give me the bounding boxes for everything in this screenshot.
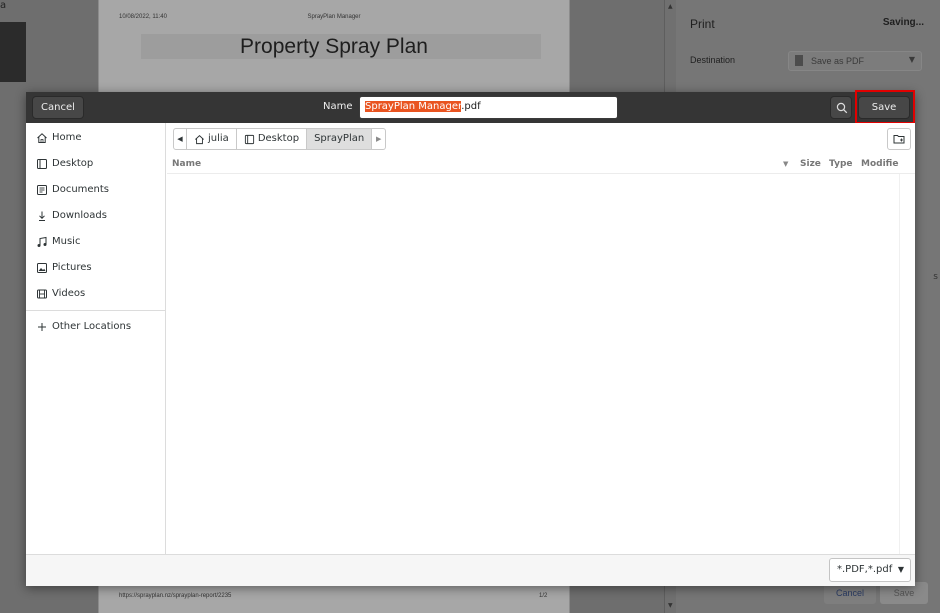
file-type-filter[interactable]: *.PDF,*.pdf ▼ (829, 558, 911, 582)
print-heading: Print (690, 17, 715, 31)
home-icon (195, 134, 204, 144)
destination-select[interactable]: Save as PDF ▼ (788, 51, 922, 71)
column-name[interactable]: Name (172, 159, 201, 169)
create-folder-button[interactable] (887, 128, 911, 150)
filename-extension: .pdf (461, 101, 481, 112)
desktop-icon (244, 134, 254, 144)
filter-value: *.PDF,*.pdf (837, 564, 893, 575)
search-icon (836, 102, 848, 114)
sidebar-item-other-locations[interactable]: Other Locations (26, 314, 165, 340)
preview-app-name: SprayPlan Manager (307, 14, 361, 20)
left-edge-text: a (0, 0, 7, 11)
sidebar-item-label: Pictures (52, 262, 92, 273)
left-edge-panel (0, 22, 26, 82)
sidebar-item-documents[interactable]: Documents (26, 177, 165, 203)
path-segment-home[interactable]: julia (187, 128, 237, 150)
sidebar-item-label: Music (52, 236, 81, 247)
sidebar-item-home[interactable]: Home (26, 125, 165, 151)
file-list-scrollbar[interactable] (899, 174, 915, 554)
music-icon (37, 236, 47, 247)
filename-input[interactable]: SprayPlan Manager.pdf (359, 96, 618, 119)
print-status: Saving... (882, 17, 924, 28)
path-forward-arrow[interactable]: ▶ (372, 128, 387, 150)
path-back-arrow[interactable]: ◀ (173, 128, 187, 150)
panel-edge-text: s (933, 272, 938, 282)
path-segment-label: SprayPlan (314, 133, 365, 144)
path-segment-label: julia (208, 133, 229, 144)
column-size[interactable]: Size (800, 159, 821, 169)
sidebar-item-label: Home (52, 132, 82, 143)
sidebar-item-label: Downloads (52, 210, 107, 221)
sidebar-item-videos[interactable]: Videos (26, 281, 165, 307)
videos-icon (37, 289, 47, 299)
save-file-dialog: Cancel Name SprayPlan Manager.pdf Save H… (26, 90, 915, 586)
dialog-save-button[interactable]: Save (858, 96, 910, 119)
preview-title: Property Spray Plan (240, 35, 428, 58)
desktop-icon (37, 159, 47, 169)
file-icon (795, 55, 803, 66)
destination-label: Destination (690, 55, 736, 65)
path-segment-desktop[interactable]: Desktop (236, 128, 308, 150)
places-sidebar: Home Desktop Documents Downloads Music P… (26, 123, 166, 554)
destination-value: Save as PDF (811, 56, 865, 66)
chevron-down-icon: ▼ (897, 565, 904, 574)
scroll-down-icon[interactable]: ▼ (668, 602, 673, 609)
sidebar-item-music[interactable]: Music (26, 229, 165, 255)
column-modified[interactable]: Modified (861, 159, 899, 169)
preview-url: https://sprayplan.nz/sprayplan-report/22… (119, 593, 232, 599)
dialog-cancel-button[interactable]: Cancel (32, 96, 84, 119)
new-folder-icon (893, 135, 905, 144)
chevron-down-icon: ▼ (908, 55, 915, 64)
plus-icon (38, 323, 46, 331)
file-browser: ◀ julia Desktop SprayPlan ▶ Name ▼ Size … (167, 123, 915, 554)
filename-text: SprayPlan Manager.pdf (365, 101, 481, 112)
filename-selected-text: SprayPlan Manager (365, 101, 462, 112)
sidebar-item-label: Videos (52, 288, 86, 299)
sidebar-item-label: Other Locations (52, 321, 132, 332)
search-button[interactable] (830, 96, 852, 119)
sidebar-separator (26, 310, 165, 311)
dialog-footer: *.PDF,*.pdf ▼ (26, 554, 915, 586)
path-bar: ◀ julia Desktop SprayPlan ▶ (173, 128, 387, 150)
filename-label: Name (323, 101, 353, 112)
sidebar-item-label: Documents (52, 184, 110, 195)
sidebar-item-label: Desktop (52, 158, 94, 169)
sidebar-item-downloads[interactable]: Downloads (26, 203, 165, 229)
column-type[interactable]: Type (829, 159, 852, 169)
preview-page-number: 1/2 (539, 593, 548, 599)
home-icon (37, 133, 47, 143)
sort-descending-icon: ▼ (783, 160, 789, 168)
path-segment-label: Desktop (257, 133, 300, 144)
documents-icon (37, 185, 47, 195)
dialog-headerbar: Cancel Name SprayPlan Manager.pdf Save (26, 90, 915, 124)
sidebar-item-pictures[interactable]: Pictures (26, 255, 165, 281)
downloads-icon (39, 211, 45, 221)
file-list-header: Name ▼ Size Type Modified (167, 156, 915, 174)
path-segment-sprayplan[interactable]: SprayPlan (307, 128, 373, 150)
scroll-up-icon[interactable]: ▲ (668, 3, 673, 10)
pictures-icon (37, 263, 47, 273)
sidebar-item-desktop[interactable]: Desktop (26, 151, 165, 177)
